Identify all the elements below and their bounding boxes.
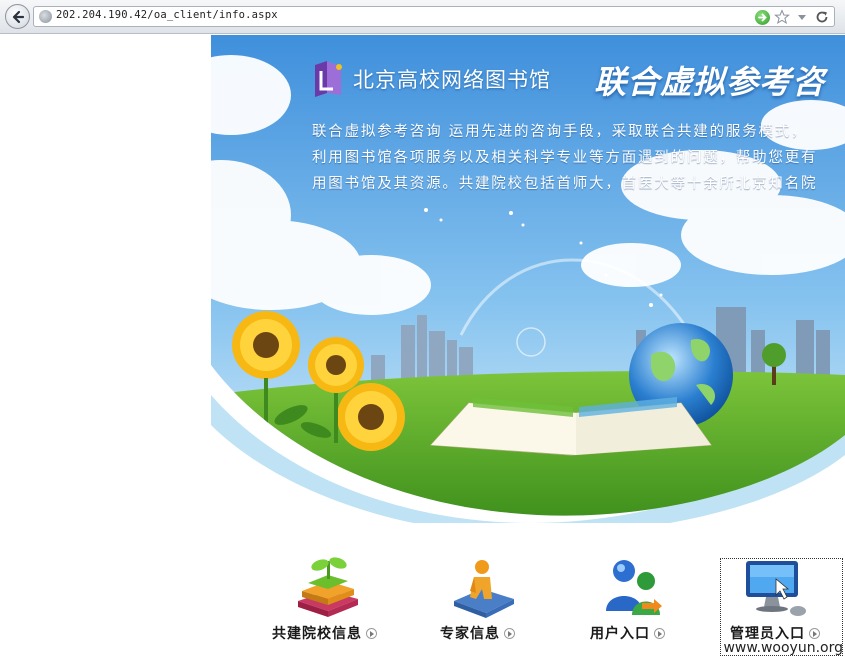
url-text[interactable]: 202.204.190.42/oa_client/info.aspx [56,9,278,21]
service-slogan: 联合虚拟参考咨 [594,63,826,101]
intro-line: 用图书馆及其资源。共建院校包括首师大，首医大等十余所北京知名院 [312,176,818,192]
history-dropdown-icon[interactable] [794,9,810,25]
library-logo-icon [311,59,347,99]
expert-reader-icon [454,560,514,618]
menu-partner-schools[interactable]: 共建院校信息 [272,555,397,655]
users-icon [606,560,662,615]
library-brand: 北京高校网络图书馆 [311,59,551,99]
hero-banner: 北京高校网络图书馆 联合虚拟参考咨 联合虚拟参考咨询 运用先进的咨询手段，采取联… [211,35,845,523]
arrow-circle-icon [366,627,377,639]
menu-label[interactable]: 共建院校信息 [272,623,377,643]
library-name: 北京高校网络图书馆 [353,68,551,92]
bookmark-star-icon[interactable] [774,9,790,25]
menu-user-entry[interactable]: 用户入口 [590,555,690,655]
arrow-circle-icon [809,627,820,639]
browser-toolbar: 202.204.190.42/oa_client/info.aspx [0,0,845,34]
arrow-circle-icon [654,627,665,639]
menu-label[interactable]: 专家信息 [440,623,515,643]
url-controls [755,8,830,26]
go-button[interactable] [755,9,770,25]
intro-line: 联合虚拟参考咨询 运用先进的咨询手段，采取联合共建的服务模式， [312,124,808,140]
back-arrow-icon [12,10,25,24]
arrow-circle-icon [504,627,515,639]
intro-line: 利用图书馆各项服务以及相关科学专业等方面遇到的问题，帮助您更有 [312,150,818,166]
service-intro: 联合虚拟参考咨询 运用先进的咨询手段，采取联合共建的服务模式， 利用图书馆各项服… [312,119,845,197]
watermark: www.wooyun.org [723,640,843,656]
reload-icon[interactable] [814,9,830,25]
books-sprout-icon [298,557,358,617]
monitor-mouse-icon [746,561,806,616]
back-button[interactable] [5,4,30,29]
menu-expert-info[interactable]: 专家信息 [440,555,540,655]
go-arrow-icon [758,13,767,21]
menu-label[interactable]: 用户入口 [590,623,665,643]
banner-scene [211,35,845,523]
address-bar[interactable]: 202.204.190.42/oa_client/info.aspx [33,6,835,27]
site-globe-icon [39,10,52,23]
